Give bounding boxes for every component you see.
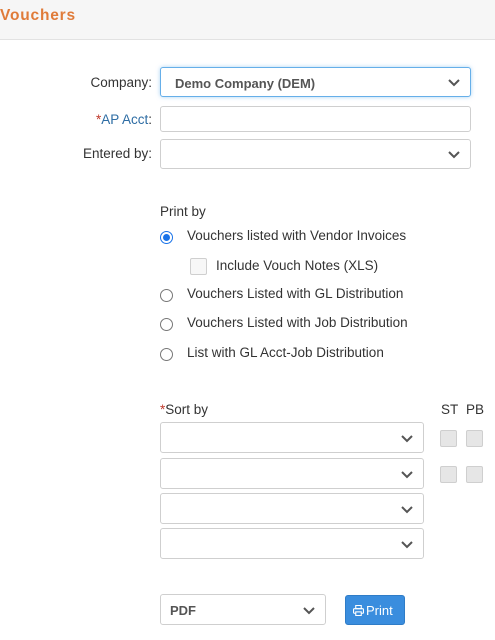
output-format-select[interactable]: PDF	[160, 594, 326, 625]
output-format-value: PDF	[170, 603, 196, 618]
radio-label: Vouchers Listed with Job Distribution	[187, 315, 408, 330]
company-select-value: Demo Company (DEM)	[175, 76, 316, 91]
page-header: Vouchers	[0, 0, 495, 40]
st-checkbox-1[interactable]	[440, 430, 457, 447]
include-vouch-notes-label: Include Vouch Notes (XLS)	[216, 258, 379, 273]
entered-by-label: Entered by:	[82, 146, 152, 161]
radio-label: Vouchers Listed with GL Distribution	[187, 286, 404, 301]
print-by-label: Print by	[160, 204, 206, 219]
sort-by-select-4[interactable]	[160, 528, 424, 559]
pb-column-header: PB	[466, 402, 485, 417]
st-column-header: ST	[441, 402, 459, 417]
ap-acct-label-colon: :	[148, 112, 152, 127]
st-checkbox-2[interactable]	[440, 466, 457, 483]
chevron-down-icon	[401, 435, 413, 443]
checkbox[interactable]	[190, 258, 207, 275]
sort-by-select-3[interactable]	[160, 493, 424, 524]
sort-by-label: *Sort by	[160, 402, 208, 417]
company-label: Company:	[90, 75, 152, 90]
chevron-down-icon	[401, 471, 413, 479]
radio-button[interactable]	[160, 348, 173, 361]
radio-label: Vouchers listed with Vendor Invoices	[187, 228, 407, 243]
sort-by-select-2[interactable]	[160, 458, 424, 489]
radio-label: List with GL Acct-Job Distribution	[187, 345, 384, 360]
chevron-down-icon	[448, 79, 460, 87]
radio-button[interactable]	[160, 289, 173, 302]
chevron-down-icon	[401, 506, 413, 514]
ap-acct-input[interactable]	[160, 106, 471, 132]
printer-icon	[353, 605, 364, 616]
chevron-down-icon	[448, 151, 460, 159]
sort-by-label-text: Sort by	[165, 402, 209, 417]
radio-button[interactable]	[160, 318, 173, 331]
print-button[interactable]: Print	[345, 595, 405, 625]
chevron-down-icon	[401, 541, 413, 549]
entered-by-select[interactable]	[160, 139, 471, 169]
print-button-label: Print	[366, 603, 393, 618]
company-select[interactable]: Demo Company (DEM)	[160, 67, 471, 97]
ap-acct-label-text: AP Acct	[101, 112, 149, 127]
pb-checkbox-1[interactable]	[466, 430, 483, 447]
pb-checkbox-2[interactable]	[466, 466, 483, 483]
ap-acct-label: *AP Acct:	[60, 112, 152, 127]
page-title: Vouchers	[0, 7, 76, 24]
chevron-down-icon	[303, 607, 315, 615]
radio-button[interactable]	[160, 231, 173, 244]
sort-by-select-1[interactable]	[160, 422, 424, 453]
